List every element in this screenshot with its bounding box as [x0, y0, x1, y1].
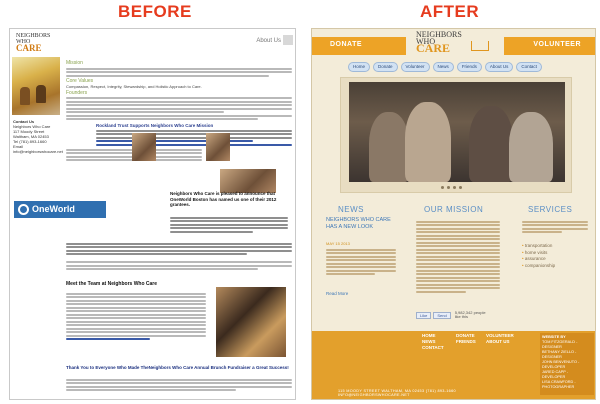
nav-contact[interactable]: Contact	[516, 62, 542, 72]
before-after-comparison: BEFORE AFTER NEIGHBORS WHO CARE About Us…	[0, 0, 600, 404]
nav-donate[interactable]: Donate	[373, 62, 398, 72]
rockland-photo-2	[206, 133, 230, 161]
footer-col-3: VOLUNTEER ABOUT US	[486, 333, 514, 345]
news-title: NEWS	[338, 205, 364, 214]
before-logo[interactable]: NEIGHBORS WHO CARE	[16, 33, 50, 53]
after-logo[interactable]: NEIGHBORS WHO CARE	[416, 31, 489, 54]
about-us-link[interactable]: About Us	[256, 38, 281, 44]
services-title: SERVICES	[528, 205, 573, 214]
before-screenshot: NEIGHBORS WHO CARE About Us Contact Us N…	[9, 28, 296, 400]
sidebar-photo	[12, 57, 60, 115]
like-count: 5,982,342 people like this	[454, 310, 486, 319]
before-heading: BEFORE	[118, 2, 192, 21]
footer-email-link[interactable]: INFO@NEIGHBORSWHOCARE.NET	[338, 393, 456, 397]
mission-title: OUR MISSION	[424, 205, 484, 214]
contact-email-link[interactable]: info@neighborswhocare.net	[13, 149, 63, 154]
footer-col-1: HOME NEWS CONTACT	[422, 333, 444, 351]
rockland-photo-3	[220, 169, 276, 193]
nav-news[interactable]: News	[432, 62, 454, 72]
house-icon	[471, 41, 489, 51]
footer-link-friends[interactable]: FRIENDS	[456, 339, 476, 345]
hero-photo	[349, 82, 565, 182]
services-intro	[522, 219, 588, 235]
mission-text	[416, 219, 500, 294]
facebook-like-widget: Like Send 5,982,342 people like this	[416, 311, 489, 319]
oneworld-boston-logo[interactable]: OneWorld Boston	[14, 201, 106, 231]
website-credits: WEBSITE BY TOM FITZGERALD - DESIGNER BET…	[540, 333, 594, 395]
nav-friends[interactable]: Friends	[456, 62, 482, 72]
core-values-text: Compassion, Respect, Integrity, Stewards…	[66, 83, 202, 89]
nav-volunteer[interactable]: Volunteer	[400, 62, 430, 72]
like-button[interactable]: Like	[416, 311, 432, 319]
footer-link-about-us[interactable]: ABOUT US	[486, 339, 514, 345]
volunteer-button[interactable]: VOLUNTEER	[533, 41, 581, 48]
service-item: transportation	[522, 243, 555, 250]
funds-paragraph	[66, 241, 292, 272]
before-header: NEIGHBORS WHO CARE About Us	[10, 29, 295, 57]
read-more-link[interactable]: Read More	[326, 291, 348, 296]
send-button[interactable]: Send	[433, 311, 451, 319]
footer-col-2: DONATE FRIENDS	[456, 333, 476, 345]
main-nav: Home Donate Volunteer News Friends About…	[348, 62, 542, 72]
mission-heading: Mission	[66, 60, 83, 66]
hero-slideshow[interactable]	[340, 77, 572, 193]
team-photo	[216, 287, 286, 357]
after-heading: AFTER	[420, 2, 480, 21]
rockland-trust-headline[interactable]: Rockland Trust Supports Neighbors Who Ca…	[96, 123, 292, 128]
nav-about-us[interactable]: About Us	[484, 62, 514, 72]
before-main-content: Mission Core Values Compassion, Respect,…	[66, 59, 292, 163]
founders-heading: Founders	[66, 89, 88, 96]
footer-link-contact[interactable]: CONTACT	[422, 345, 444, 351]
thanks-headline[interactable]: Thank You to Everyone Who Made TheNeighb…	[66, 365, 292, 370]
footer-address: 115 MOODY STREET WALTHAM, MA 02453 (781)…	[338, 389, 456, 397]
news-text	[326, 247, 396, 277]
globe-icon	[18, 204, 29, 215]
news-date: MAY 15 2013	[326, 241, 350, 246]
news-headline[interactable]: NEIGHBORS WHO CARE HAS A NEW LOOK	[326, 217, 396, 230]
oneworld-announcement: Neighbors Who Care is pleased to announc…	[170, 191, 277, 207]
nav-home[interactable]: Home	[348, 62, 371, 72]
rockland-photo-1	[132, 133, 156, 161]
meet-team-heading: Meet the Team at Neighbors Who Care	[66, 281, 158, 287]
contact-block: Contact Us Neighbors Who Care 117 Moody …	[13, 119, 63, 154]
service-item: companionship	[522, 263, 555, 270]
after-screenshot: DONATE VOLUNTEER NEIGHBORS WHO CARE Home…	[311, 28, 596, 400]
slideshow-dots[interactable]	[441, 186, 462, 189]
donate-button[interactable]: DONATE	[330, 41, 362, 48]
services-list: transportation home visits assurance com…	[522, 243, 555, 269]
about-us-box	[283, 35, 293, 45]
